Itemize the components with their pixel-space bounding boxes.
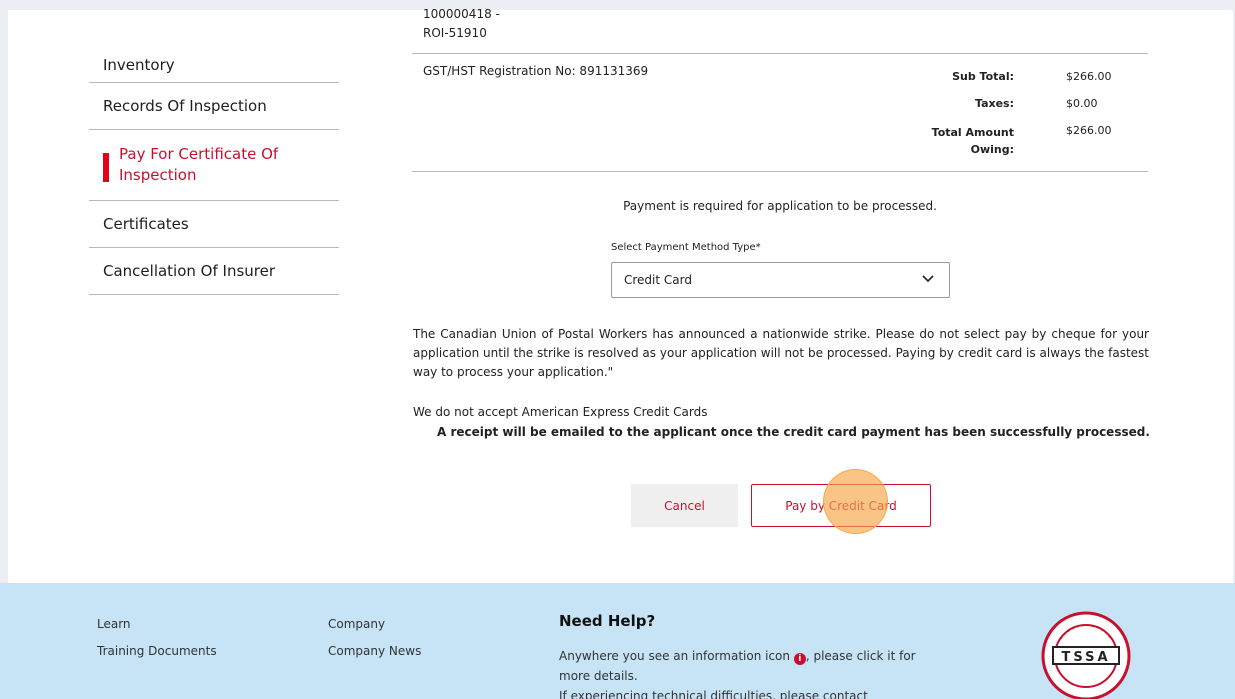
sidebar-nav: Inventory Records Of Inspection Pay For … — [89, 48, 339, 295]
help-text-part-3: If experiencing technical difficulties, … — [559, 689, 868, 699]
payment-method-select[interactable]: Credit Card — [611, 262, 950, 298]
active-indicator — [103, 153, 109, 182]
sidebar-item-label: Certificates — [103, 215, 189, 233]
sidebar-item-label: Records Of Inspection — [103, 97, 267, 115]
payment-method-label: Select Payment Method Type* — [611, 242, 761, 253]
reference-line-1: 100000418 - — [423, 7, 500, 21]
subtotal-value: $266.00 — [1066, 70, 1112, 83]
footer-link-company[interactable]: Company — [328, 617, 385, 631]
chevron-down-icon — [922, 275, 934, 283]
divider — [412, 53, 1148, 54]
total-owing-label: Total Amount Owing: — [920, 124, 1014, 158]
payment-required-text: Payment is required for application to b… — [623, 199, 937, 213]
sidebar-item-cancellation-of-insurer[interactable]: Cancellation Of Insurer — [89, 248, 339, 295]
sidebar-item-certificates[interactable]: Certificates — [89, 201, 339, 248]
sidebar-item-inventory[interactable]: Inventory — [89, 48, 339, 83]
label-line-2: Inspection — [119, 166, 197, 184]
payment-method-value: Credit Card — [624, 273, 692, 287]
total-owing-value: $266.00 — [1066, 124, 1112, 137]
subtotal-label: Sub Total: — [952, 70, 1014, 83]
receipt-note: A receipt will be emailed to the applica… — [437, 425, 1150, 439]
sidebar-item-label: Inventory — [103, 56, 175, 74]
sidebar-item-pay-for-certificate[interactable]: Pay For Certificate Of Inspection — [89, 130, 339, 201]
need-help-text: Anywhere you see an information icon i, … — [559, 646, 949, 699]
strike-notice: The Canadian Union of Postal Workers has… — [413, 327, 1149, 379]
amex-note: We do not accept American Express Credit… — [413, 405, 708, 419]
total-label-line-2: Owing: — [970, 143, 1014, 156]
footer: Learn Training Documents Company Company… — [0, 583, 1235, 699]
taxes-label: Taxes: — [974, 97, 1014, 110]
cancel-button[interactable]: Cancel — [631, 484, 738, 527]
gst-registration: GST/HST Registration No: 891131369 — [423, 64, 649, 78]
need-help-heading: Need Help? — [559, 612, 656, 630]
total-label-line-1: Total Amount — [931, 126, 1014, 139]
help-text-part-1: Anywhere you see an information icon — [559, 649, 791, 663]
taxes-value: $0.00 — [1066, 97, 1098, 110]
pay-by-credit-card-button[interactable]: Pay by Credit Card — [751, 484, 931, 527]
footer-link-company-news[interactable]: Company News — [328, 644, 421, 658]
reference-line-2: ROI-51910 — [423, 26, 487, 40]
info-icon: i — [793, 653, 806, 665]
svg-text:TSSA: TSSA — [1061, 650, 1110, 665]
invoice-reference: 100000418 - ROI-51910 — [423, 5, 500, 43]
sidebar-item-label: Pay For Certificate Of Inspection — [119, 144, 278, 186]
footer-link-learn[interactable]: Learn — [97, 617, 131, 631]
label-line-1: Pay For Certificate Of — [119, 145, 279, 163]
tssa-logo[interactable]: TSSA — [1041, 611, 1131, 699]
sidebar-item-records-of-inspection[interactable]: Records Of Inspection — [89, 83, 339, 130]
footer-link-training-documents[interactable]: Training Documents — [97, 644, 217, 658]
sidebar-item-label: Cancellation Of Insurer — [103, 262, 276, 280]
divider — [412, 171, 1148, 172]
